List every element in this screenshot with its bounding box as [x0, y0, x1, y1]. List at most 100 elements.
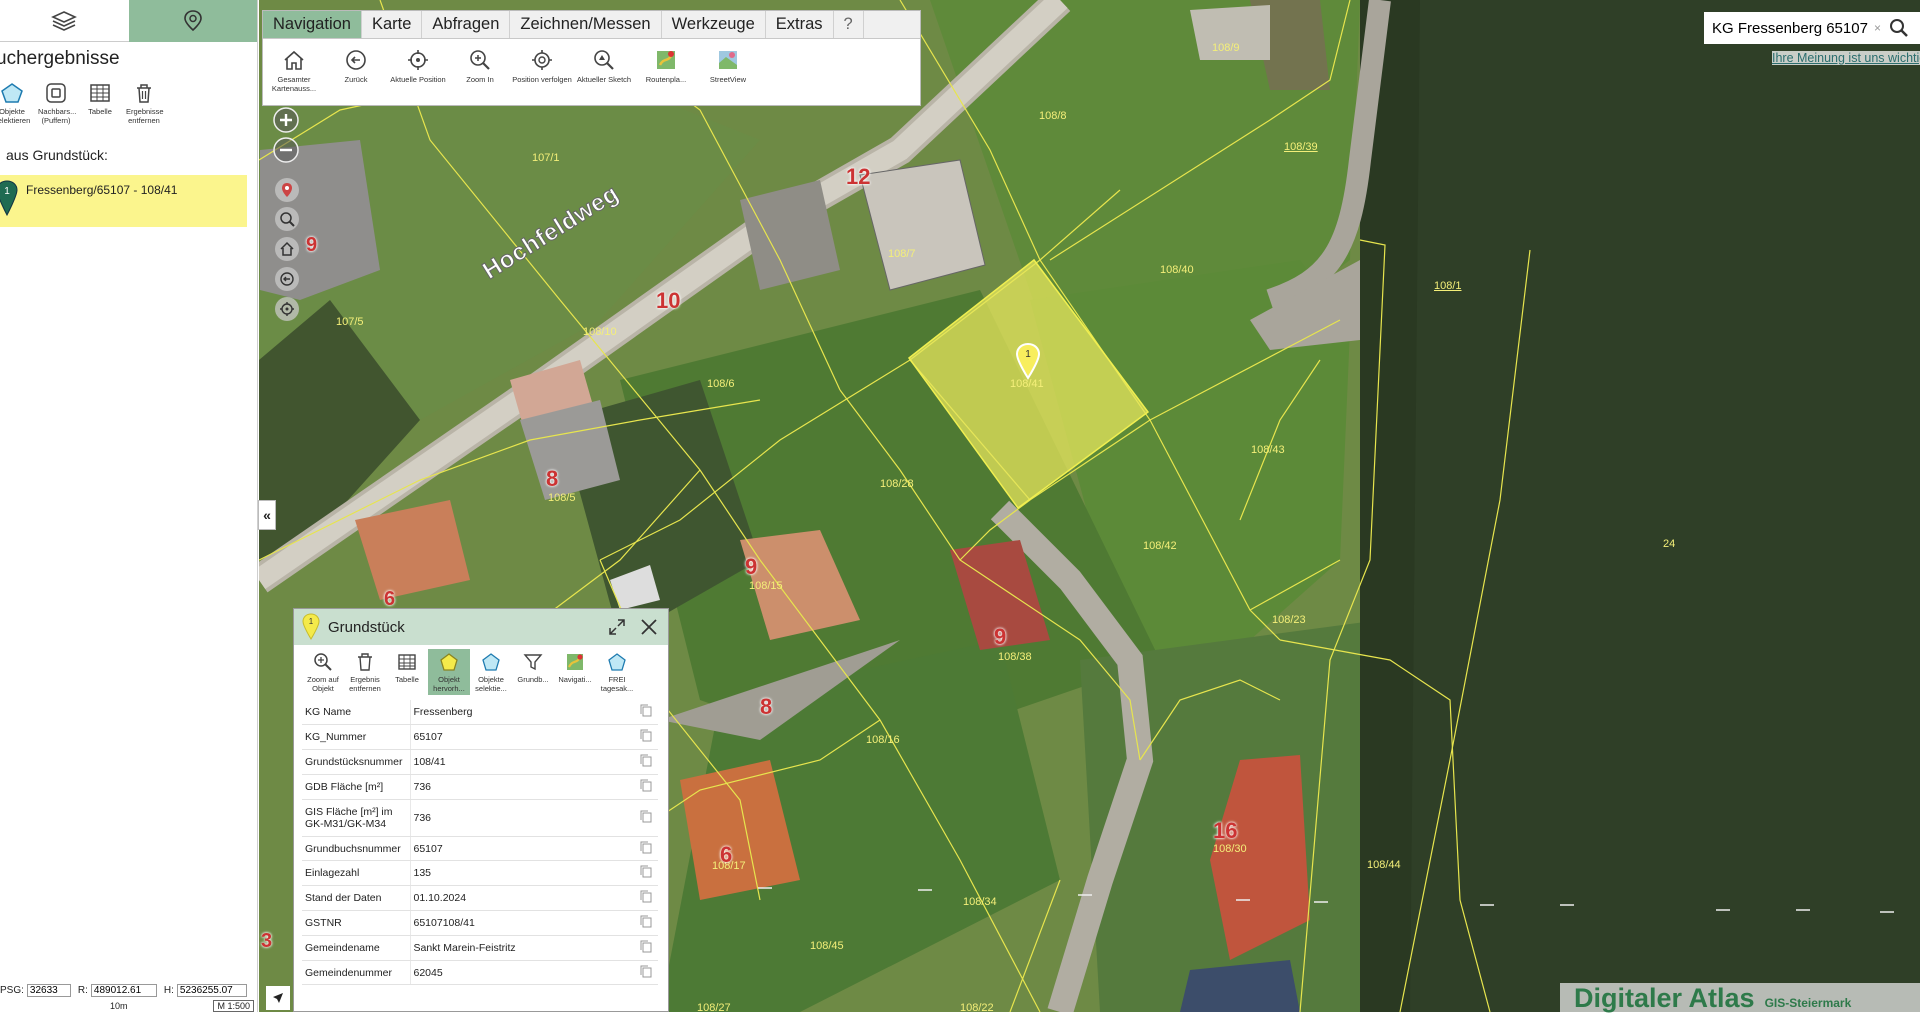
back-icon [280, 272, 294, 286]
copy-icon [640, 865, 652, 878]
attribute-row: Grundstücksnummer 108/41 [302, 749, 658, 775]
current-position-button[interactable]: Aktuelle Position [387, 49, 449, 93]
close-popup-button[interactable] [636, 618, 662, 636]
parcel-label-24: 24 [1663, 538, 1676, 550]
position-control[interactable] [275, 297, 299, 321]
r-label: R: [77, 984, 88, 996]
attribute-value: Sankt Marein-Feistritz [410, 935, 634, 961]
parcel-label-108-5: 108/5 [548, 492, 576, 504]
track-position-icon [532, 50, 552, 70]
zoom-in-control[interactable] [273, 107, 299, 133]
zoom-in-button[interactable]: Zoom In [449, 49, 511, 93]
frei-tagesaktuell-button[interactable]: FREI tagesak... [596, 649, 638, 695]
attribute-row: GSTNR 65107108/41 [302, 910, 658, 936]
psg-field[interactable] [26, 983, 71, 997]
location-pin-control[interactable] [275, 178, 299, 202]
attribute-table: KG Name Fressenberg KG_Nummer 65107 Grundstü… [302, 700, 658, 986]
panel-tabs [0, 0, 257, 42]
attribute-row: KG_Nummer 65107 [302, 724, 658, 751]
r-field[interactable] [90, 983, 157, 997]
copy-value-button[interactable] [634, 700, 658, 726]
zoom-out-control[interactable] [273, 137, 299, 163]
search-icon[interactable] [1889, 18, 1909, 38]
tab-zeichnen-messen[interactable]: Zeichnen/Messen [510, 11, 662, 38]
attribute-key: Grundbuchsnummer [302, 836, 411, 862]
zoom-object-icon [314, 653, 332, 671]
house-number: 9 [745, 554, 758, 579]
track-position-button[interactable]: Position verfolgen [511, 49, 573, 93]
streetview-icon [719, 51, 737, 69]
select-objects-popup-button[interactable]: Objekte selektie... [470, 649, 512, 695]
back-button[interactable]: Zurück [325, 49, 387, 93]
remove-result-button[interactable]: Ergebnis entfernen [344, 649, 386, 695]
clear-search-button[interactable]: × [1874, 21, 1881, 35]
navigation-popup-label: Navigati... [558, 675, 592, 684]
zoom-in-icon [470, 50, 490, 70]
full-extent-button[interactable]: Gesamter Kartenauss... [263, 49, 325, 93]
zoom-control[interactable] [275, 207, 299, 231]
copy-icon [640, 965, 652, 978]
home-control[interactable] [275, 237, 299, 261]
tab-help[interactable]: ? [834, 11, 864, 38]
copy-value-button[interactable] [634, 774, 658, 800]
streetview-button[interactable]: StreetView [697, 49, 759, 93]
locate-button[interactable] [266, 986, 290, 1010]
attribute-row: GDB Fläche [m²] 736 [302, 774, 658, 800]
house-number: 8 [546, 466, 559, 491]
remove-results-button[interactable]: Ergebnisse entfernen [126, 82, 164, 125]
watermark-subtitle: GIS-Steiermark [1764, 996, 1852, 1010]
popup-table-button[interactable]: Tabelle [386, 649, 428, 695]
polygon-icon [608, 653, 626, 671]
parcel-label-108-6: 108/6 [707, 378, 735, 390]
panel-toolbar: Objekte selektieren Nachbars... (Puffern… [0, 82, 257, 125]
feedback-link[interactable]: Ihre Meinung ist uns wichtig [1772, 51, 1920, 65]
route-planner-button[interactable]: Routenpla... [635, 49, 697, 93]
tab-search-results[interactable] [128, 0, 257, 42]
navigation-toolbar: Gesamter Kartenauss... Zurück Aktuelle P… [263, 39, 920, 93]
copy-value-button[interactable] [634, 860, 658, 887]
navigation-popup-button[interactable]: Navigati... [554, 649, 596, 695]
sketch-zoom-icon [594, 50, 614, 70]
copy-value-button[interactable] [634, 724, 658, 751]
h-label: H: [163, 984, 174, 996]
copy-value-button[interactable] [634, 935, 658, 961]
copy-value-button[interactable] [634, 910, 658, 936]
tab-werkzeuge[interactable]: Werkzeuge [662, 11, 766, 38]
tab-karte[interactable]: Karte [362, 11, 423, 38]
parcel-label-108-15: 108/15 [749, 580, 783, 592]
parcel-label-107-1: 107/1 [532, 152, 560, 164]
tab-navigation[interactable]: Navigation [263, 11, 362, 38]
parcel-label-108-43: 108/43 [1251, 444, 1285, 456]
copy-value-button[interactable] [634, 749, 658, 775]
maximize-popup-button[interactable] [604, 618, 630, 636]
copy-icon [640, 915, 652, 928]
tab-layers[interactable] [0, 0, 129, 42]
tab-abfragen[interactable]: Abfragen [422, 11, 511, 38]
copy-value-button[interactable] [634, 960, 658, 986]
parcel-label-107-5: 107/5 [336, 316, 364, 328]
popup-toolbar: Zoom auf Objekt Ergebnis entfernen Tabel… [294, 645, 668, 695]
house-number: 10 [656, 288, 681, 313]
result-item[interactable]: 1 Fressenberg/65107 - 108/41 [0, 175, 247, 227]
copy-icon [640, 704, 652, 717]
back-control[interactable] [275, 267, 299, 291]
current-sketch-button[interactable]: Aktueller Sketch [573, 49, 635, 93]
copy-value-button[interactable] [634, 799, 658, 837]
neighbour-buffer-button[interactable]: Nachbars... (Puffern) [38, 82, 76, 125]
copy-value-button[interactable] [634, 836, 658, 862]
table-icon [90, 84, 110, 102]
select-objects-button[interactable]: Objekte selektieren [0, 82, 30, 125]
attribute-row: Stand der Daten 01.10.2024 [302, 885, 658, 912]
tab-extras[interactable]: Extras [766, 11, 834, 38]
h-field[interactable] [176, 983, 247, 997]
copy-value-button[interactable] [634, 885, 658, 912]
panel-title: uchergebnisse [0, 48, 120, 69]
highlight-object-button[interactable]: Objekt hervorh... [428, 649, 470, 695]
collapse-panel-button[interactable]: « [258, 500, 276, 530]
selected-parcel-marker-icon[interactable]: 1 [1015, 342, 1041, 380]
table-button[interactable]: Tabelle [82, 82, 118, 125]
zoom-to-object-button[interactable]: Zoom auf Objekt [302, 649, 344, 695]
copy-icon [640, 940, 652, 953]
grundbuch-button[interactable]: Grundb... [512, 649, 554, 695]
search-input[interactable] [1712, 19, 1872, 37]
